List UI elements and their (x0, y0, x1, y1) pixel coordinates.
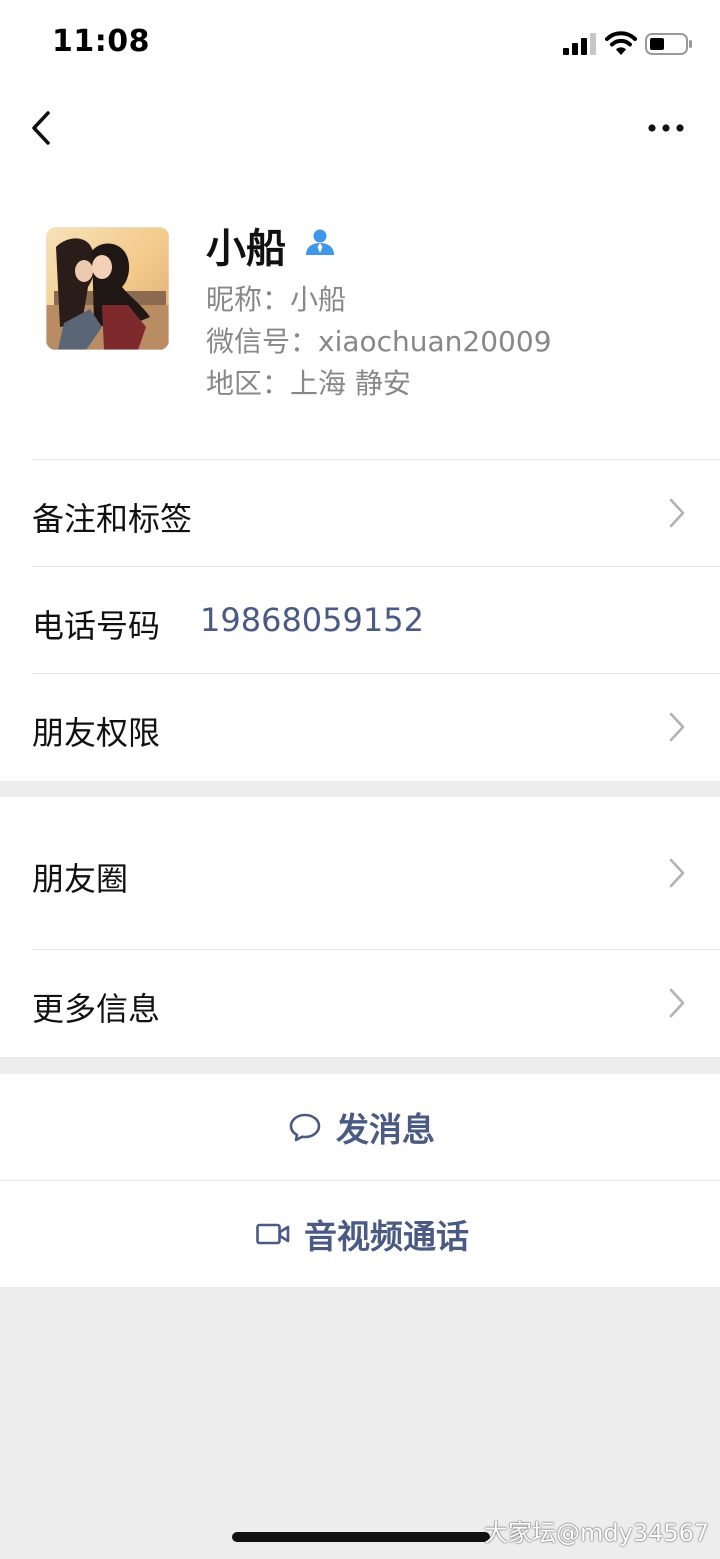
profile-more-list: 朋友圈 更多信息 (0, 797, 720, 1057)
profile-settings-list: 备注和标签 电话号码 19868059152 朋友权限 (0, 459, 720, 781)
row-friend-permissions[interactable]: 朋友权限 (0, 674, 720, 780)
profile-name: 小船 (206, 226, 286, 272)
video-camera-icon (256, 1223, 290, 1245)
status-bar: 11:08 (0, 0, 720, 88)
row-label: 电话号码 (32, 607, 161, 645)
row-label: 更多信息 (32, 990, 161, 1028)
row-moments[interactable]: 朋友圈 (0, 797, 720, 949)
profile-region: 地区：上海 静安 (206, 367, 411, 400)
battery-icon (645, 33, 692, 55)
profile-header: 小船 昵称：小船 微信号：xiaochuan20009 地区：上海 静安 (0, 168, 720, 460)
chevron-right-icon (669, 712, 685, 742)
profile-wechat-id: 微信号：xiaochuan20009 (206, 325, 552, 358)
video-call-label: 音视频通话 (304, 1217, 469, 1256)
send-message-label: 发消息 (336, 1110, 435, 1149)
row-label: 备注和标签 (32, 500, 193, 538)
avatar[interactable] (46, 227, 169, 350)
chevron-right-icon (669, 498, 685, 528)
home-indicator[interactable] (232, 1532, 490, 1542)
send-message-content: 发消息 (288, 1074, 435, 1180)
status-time: 11:08 (52, 24, 150, 59)
row-more-info[interactable]: 更多信息 (0, 950, 720, 1057)
video-call-content: 音视频通话 (256, 1181, 469, 1287)
row-label: 朋友圈 (32, 860, 129, 898)
chevron-right-icon (669, 988, 685, 1018)
wifi-icon (605, 31, 637, 55)
send-message-button[interactable]: 发消息 (0, 1074, 720, 1180)
cellular-signal-icon (563, 33, 596, 55)
profile-nickname: 昵称：小船 (206, 283, 347, 316)
row-label: 朋友权限 (32, 714, 161, 752)
row-remark-and-tags[interactable]: 备注和标签 (0, 460, 720, 566)
person-icon (306, 229, 334, 255)
chat-bubble-icon (289, 1113, 321, 1142)
row-phone-number[interactable]: 电话号码 19868059152 (0, 567, 720, 673)
video-call-button[interactable]: 音视频通话 (0, 1181, 720, 1287)
contact-profile-screen: 11:08 小船 昵称：小船 微信号：xiaochuan20009 地区：上海 … (0, 0, 720, 1559)
more-ellipsis-icon[interactable] (646, 116, 686, 140)
phone-number-link[interactable]: 19868059152 (200, 601, 424, 639)
nav-bar (0, 88, 720, 168)
chevron-right-icon (669, 858, 685, 888)
back-chevron-icon[interactable] (28, 108, 56, 148)
avatar-image-icon (46, 227, 169, 350)
watermark: 大家坛@mdy34567 (484, 1519, 710, 1547)
